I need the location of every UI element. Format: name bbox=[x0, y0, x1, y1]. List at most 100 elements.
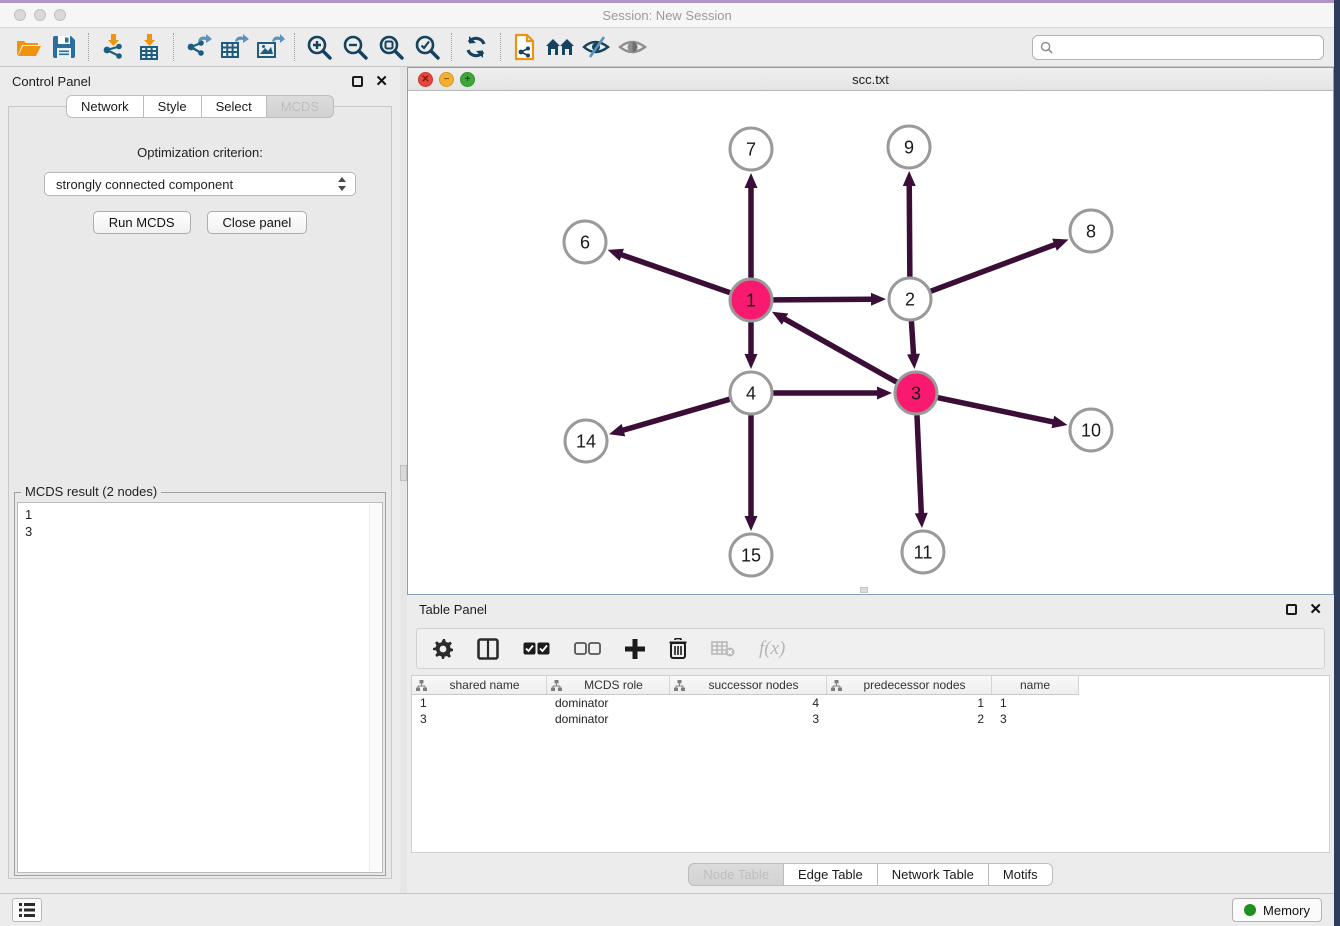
table-cell[interactable]: 1 bbox=[412, 695, 547, 711]
export-table-button[interactable] bbox=[216, 31, 252, 63]
show-columns-button[interactable] bbox=[477, 636, 499, 662]
tab-network[interactable]: Network bbox=[66, 95, 144, 118]
zoom-in-button[interactable] bbox=[301, 31, 337, 63]
hide-selected-button[interactable] bbox=[579, 31, 615, 63]
close-panel-button[interactable]: Close panel bbox=[207, 211, 308, 234]
edge-2-3[interactable] bbox=[911, 322, 913, 356]
splitter-grip-icon[interactable] bbox=[400, 465, 407, 481]
deselect-all-button[interactable] bbox=[574, 636, 601, 662]
result-item[interactable]: 1 bbox=[25, 506, 382, 523]
optimization-label: Optimization criterion: bbox=[9, 145, 391, 160]
column-header-mcds-role[interactable]: MCDS role bbox=[547, 676, 670, 695]
tab-motifs[interactable]: Motifs bbox=[989, 863, 1053, 886]
run-mcds-button[interactable]: Run MCDS bbox=[93, 211, 191, 234]
export-image-button[interactable] bbox=[252, 31, 288, 63]
tab-select[interactable]: Select bbox=[202, 95, 267, 118]
arrowhead-4-15 bbox=[745, 516, 758, 531]
network-minimize-button[interactable]: − bbox=[439, 72, 454, 87]
control-panel-header: Control Panel ✕ bbox=[0, 67, 400, 95]
edge-4-14[interactable] bbox=[622, 399, 729, 430]
edge-3-11[interactable] bbox=[917, 416, 921, 515]
table-panel-title: Table Panel bbox=[419, 602, 1286, 617]
import-table-button[interactable] bbox=[131, 31, 167, 63]
table-float-icon[interactable] bbox=[1286, 604, 1297, 615]
canvas-resize-grip[interactable] bbox=[860, 587, 868, 593]
table-cell[interactable]: 1 bbox=[992, 695, 1079, 711]
export-network-icon bbox=[184, 33, 212, 61]
save-session-button[interactable] bbox=[46, 31, 82, 63]
search-input[interactable] bbox=[1058, 40, 1316, 55]
refresh-icon bbox=[463, 34, 489, 60]
column-header-shared-name[interactable]: shared name bbox=[412, 676, 547, 695]
task-history-button[interactable] bbox=[12, 898, 42, 922]
zoom-selected-button[interactable] bbox=[409, 31, 445, 63]
import-network-button[interactable] bbox=[95, 31, 131, 63]
memory-button[interactable]: Memory bbox=[1232, 898, 1322, 922]
apply-layout-button[interactable] bbox=[458, 31, 494, 63]
table-cell[interactable]: dominator bbox=[547, 711, 670, 727]
mcds-result-list[interactable]: 13 bbox=[17, 502, 383, 873]
table-panel: Table Panel ✕ bbox=[407, 595, 1334, 893]
function-builder-icon[interactable]: f(x) bbox=[759, 638, 785, 660]
show-all-button[interactable] bbox=[615, 31, 651, 63]
node-label-2: 2 bbox=[905, 290, 915, 310]
tab-node-table[interactable]: Node Table bbox=[688, 863, 784, 886]
arrowhead-1-2 bbox=[871, 293, 886, 306]
tab-network-table[interactable]: Network Table bbox=[878, 863, 989, 886]
edge-3-1[interactable] bbox=[783, 318, 896, 382]
vertical-splitter[interactable] bbox=[400, 67, 407, 893]
first-neighbors-button[interactable] bbox=[543, 31, 579, 63]
table-row[interactable]: 3dominator323 bbox=[412, 711, 1329, 727]
table-cell[interactable]: dominator bbox=[547, 695, 670, 711]
edge-3-10[interactable] bbox=[939, 398, 1055, 423]
edge-2-9[interactable] bbox=[909, 184, 910, 276]
table-close-icon[interactable]: ✕ bbox=[1309, 604, 1322, 615]
delete-table-button[interactable] bbox=[711, 636, 735, 662]
zoom-fit-button[interactable] bbox=[373, 31, 409, 63]
criterion-select[interactable]: strongly connected component bbox=[44, 172, 356, 196]
edge-1-6[interactable] bbox=[620, 254, 729, 292]
column-header-predecessor-nodes[interactable]: predecessor nodes bbox=[827, 676, 992, 695]
close-panel-icon[interactable]: ✕ bbox=[375, 76, 388, 87]
zoom-selected-icon bbox=[414, 34, 441, 61]
add-column-button[interactable] bbox=[625, 636, 645, 662]
select-all-button[interactable] bbox=[523, 636, 550, 662]
table-cell[interactable]: 2 bbox=[827, 711, 992, 727]
node-label-7: 7 bbox=[746, 140, 756, 160]
column-header-name[interactable]: name bbox=[992, 676, 1079, 695]
delete-column-button[interactable] bbox=[669, 636, 687, 662]
table-cell[interactable]: 4 bbox=[670, 695, 827, 711]
zoom-out-button[interactable] bbox=[337, 31, 373, 63]
network-maximize-button[interactable]: + bbox=[460, 72, 475, 87]
search-icon bbox=[1040, 41, 1053, 54]
edge-2-8[interactable] bbox=[932, 244, 1057, 291]
right-column: ✕ − + scc.txt 7968124314101511 Table Pan… bbox=[407, 67, 1334, 893]
result-scrollbar-track[interactable] bbox=[369, 504, 381, 871]
memory-label: Memory bbox=[1263, 903, 1310, 918]
open-session-button[interactable] bbox=[10, 31, 46, 63]
network-close-button[interactable]: ✕ bbox=[418, 72, 433, 87]
arrowhead-1-7 bbox=[745, 173, 758, 188]
tab-mcds[interactable]: MCDS bbox=[267, 95, 334, 118]
result-item[interactable]: 3 bbox=[25, 523, 382, 540]
table-settings-button[interactable] bbox=[433, 636, 453, 662]
table-cell[interactable]: 3 bbox=[992, 711, 1079, 727]
column-header-successor-nodes[interactable]: successor nodes bbox=[670, 676, 827, 695]
zoom-fit-icon bbox=[378, 34, 405, 61]
clone-network-button[interactable] bbox=[507, 31, 543, 63]
import-table-icon bbox=[135, 33, 163, 61]
float-panel-icon[interactable] bbox=[352, 76, 363, 87]
table-cell[interactable]: 3 bbox=[670, 711, 827, 727]
tab-edge-table[interactable]: Edge Table bbox=[784, 863, 878, 886]
network-canvas[interactable]: 7968124314101511 bbox=[408, 91, 1333, 594]
table-cell[interactable]: 1 bbox=[827, 695, 992, 711]
edge-1-2[interactable] bbox=[774, 299, 873, 300]
arrowhead-2-3 bbox=[907, 354, 920, 369]
table-row[interactable]: 1dominator411 bbox=[412, 695, 1329, 711]
arrowhead-4-3 bbox=[877, 387, 892, 400]
table-cell[interactable]: 3 bbox=[412, 711, 547, 727]
export-network-button[interactable] bbox=[180, 31, 216, 63]
arrowhead-1-4 bbox=[745, 354, 758, 369]
toolbar-separator bbox=[294, 33, 295, 61]
tab-style[interactable]: Style bbox=[144, 95, 202, 118]
